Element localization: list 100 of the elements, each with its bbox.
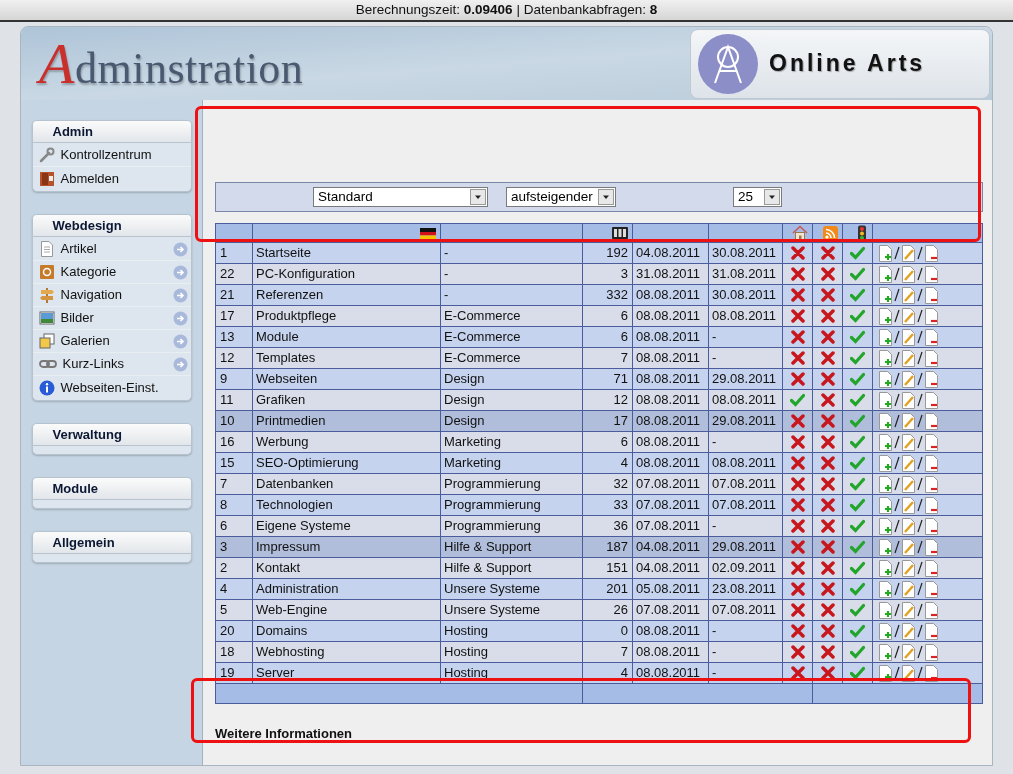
sidebar-link[interactable]: Kategorie bbox=[60, 262, 167, 282]
check-icon[interactable] bbox=[850, 393, 865, 407]
cross-icon[interactable] bbox=[820, 666, 835, 680]
sidebar-link[interactable]: Kurz-Links bbox=[62, 354, 167, 374]
check-icon[interactable] bbox=[850, 435, 865, 449]
add-page-icon[interactable] bbox=[878, 307, 893, 325]
cross-icon[interactable] bbox=[790, 561, 805, 575]
edit-page-icon[interactable] bbox=[901, 265, 916, 283]
check-icon[interactable] bbox=[850, 498, 865, 512]
cross-icon[interactable] bbox=[790, 498, 805, 512]
add-page-icon[interactable] bbox=[878, 244, 893, 262]
table-row[interactable]: 2 Kontakt Hilfe & Support 151 04.08.2011 02.09.2011 bbox=[215, 558, 983, 579]
cross-icon[interactable] bbox=[790, 414, 805, 428]
cross-icon[interactable] bbox=[790, 666, 805, 680]
cross-icon[interactable] bbox=[820, 309, 835, 323]
check-icon[interactable] bbox=[850, 246, 865, 260]
cross-icon[interactable] bbox=[820, 330, 835, 344]
arrow-right-icon[interactable] bbox=[172, 241, 188, 257]
dropdown[interactable]: 25 bbox=[733, 187, 782, 207]
table-row[interactable]: 11 Grafiken Design 12 08.08.2011 08.08.2011 bbox=[215, 390, 983, 411]
edit-page-icon[interactable] bbox=[901, 391, 916, 409]
delete-page-icon[interactable] bbox=[924, 433, 939, 451]
sidebar-link[interactable]: Webseiten-Einst. bbox=[60, 377, 188, 398]
sidebar-link[interactable]: Kontrollzentrum bbox=[60, 145, 188, 165]
table-row[interactable]: 16 Werbung Marketing 6 08.08.2011 - bbox=[215, 432, 983, 453]
add-page-icon[interactable] bbox=[878, 328, 893, 346]
add-page-icon[interactable] bbox=[878, 601, 893, 619]
table-row[interactable]: 21 Referenzen - 332 08.08.2011 30.08.2011 bbox=[215, 285, 983, 306]
table-row[interactable]: 12 Templates E-Commerce 7 08.08.2011 - bbox=[215, 348, 983, 369]
cross-icon[interactable] bbox=[820, 561, 835, 575]
check-icon[interactable] bbox=[850, 372, 865, 386]
edit-page-icon[interactable] bbox=[901, 538, 916, 556]
table-row[interactable]: 7 Datenbanken Programmierung 32 07.08.2011 07.08.2011 bbox=[215, 474, 983, 495]
cross-icon[interactable] bbox=[820, 393, 835, 407]
table-row[interactable]: 8 Technologien Programmierung 33 07.08.2011 07.08.2011 bbox=[215, 495, 983, 516]
sidebar-link[interactable]: Artikel bbox=[60, 239, 167, 259]
check-icon[interactable] bbox=[850, 330, 865, 344]
delete-page-icon[interactable] bbox=[924, 265, 939, 283]
dropdown[interactable]: Standard bbox=[313, 187, 488, 207]
edit-page-icon[interactable] bbox=[901, 601, 916, 619]
cross-icon[interactable] bbox=[790, 330, 805, 344]
add-page-icon[interactable] bbox=[878, 559, 893, 577]
add-page-icon[interactable] bbox=[878, 391, 893, 409]
edit-page-icon[interactable] bbox=[901, 349, 916, 367]
edit-page-icon[interactable] bbox=[901, 412, 916, 430]
check-icon[interactable] bbox=[850, 309, 865, 323]
edit-page-icon[interactable] bbox=[901, 307, 916, 325]
cross-icon[interactable] bbox=[790, 477, 805, 491]
cross-icon[interactable] bbox=[820, 435, 835, 449]
delete-page-icon[interactable] bbox=[924, 286, 939, 304]
check-icon[interactable] bbox=[850, 645, 865, 659]
check-icon[interactable] bbox=[850, 624, 865, 638]
edit-page-icon[interactable] bbox=[901, 517, 916, 535]
add-page-icon[interactable] bbox=[878, 643, 893, 661]
delete-page-icon[interactable] bbox=[924, 307, 939, 325]
check-icon[interactable] bbox=[850, 540, 865, 554]
cross-icon[interactable] bbox=[790, 246, 805, 260]
table-row[interactable]: 3 Impressum Hilfe & Support 187 04.08.2011 29.08.2011 bbox=[215, 537, 983, 558]
table-row[interactable]: 9 Webseiten Design 71 08.08.2011 29.08.2011 bbox=[215, 369, 983, 390]
table-row[interactable]: 1 Startseite - 192 04.08.2011 30.08.2011 bbox=[215, 243, 983, 264]
edit-page-icon[interactable] bbox=[901, 454, 916, 472]
cross-icon[interactable] bbox=[790, 435, 805, 449]
add-page-icon[interactable] bbox=[878, 580, 893, 598]
delete-page-icon[interactable] bbox=[924, 559, 939, 577]
arrow-right-icon[interactable] bbox=[172, 264, 188, 280]
table-row[interactable]: 6 Eigene Systeme Programmierung 36 07.08.2011 - bbox=[215, 516, 983, 537]
cross-icon[interactable] bbox=[790, 645, 805, 659]
cross-icon[interactable] bbox=[790, 267, 805, 281]
cross-icon[interactable] bbox=[790, 456, 805, 470]
edit-page-icon[interactable] bbox=[901, 643, 916, 661]
cross-icon[interactable] bbox=[820, 456, 835, 470]
sidebar-link[interactable]: Abmelden bbox=[60, 168, 188, 189]
table-row[interactable]: 17 Produktpflege E-Commerce 6 08.08.2011 08.08.2011 bbox=[215, 306, 983, 327]
table-row[interactable]: 13 Module E-Commerce 6 08.08.2011 - bbox=[215, 327, 983, 348]
add-page-icon[interactable] bbox=[878, 265, 893, 283]
cross-icon[interactable] bbox=[790, 372, 805, 386]
delete-page-icon[interactable] bbox=[924, 370, 939, 388]
sidebar-link[interactable]: Navigation bbox=[60, 285, 167, 305]
cross-icon[interactable] bbox=[790, 309, 805, 323]
cross-icon[interactable] bbox=[820, 288, 835, 302]
delete-page-icon[interactable] bbox=[924, 622, 939, 640]
cross-icon[interactable] bbox=[820, 372, 835, 386]
delete-page-icon[interactable] bbox=[924, 496, 939, 514]
arrow-right-icon[interactable] bbox=[172, 333, 188, 349]
arrow-right-icon[interactable] bbox=[172, 287, 188, 303]
check-icon[interactable] bbox=[790, 393, 805, 407]
add-page-icon[interactable] bbox=[878, 496, 893, 514]
edit-page-icon[interactable] bbox=[901, 286, 916, 304]
table-row[interactable]: 5 Web-Engine Unsere Systeme 26 07.08.2011 07.08.2011 bbox=[215, 600, 983, 621]
edit-page-icon[interactable] bbox=[901, 244, 916, 262]
cross-icon[interactable] bbox=[820, 267, 835, 281]
check-icon[interactable] bbox=[850, 288, 865, 302]
delete-page-icon[interactable] bbox=[924, 601, 939, 619]
arrow-right-icon[interactable] bbox=[172, 356, 188, 372]
cross-icon[interactable] bbox=[820, 498, 835, 512]
check-icon[interactable] bbox=[850, 477, 865, 491]
add-page-icon[interactable] bbox=[878, 349, 893, 367]
add-page-icon[interactable] bbox=[878, 622, 893, 640]
add-page-icon[interactable] bbox=[878, 433, 893, 451]
delete-page-icon[interactable] bbox=[924, 412, 939, 430]
